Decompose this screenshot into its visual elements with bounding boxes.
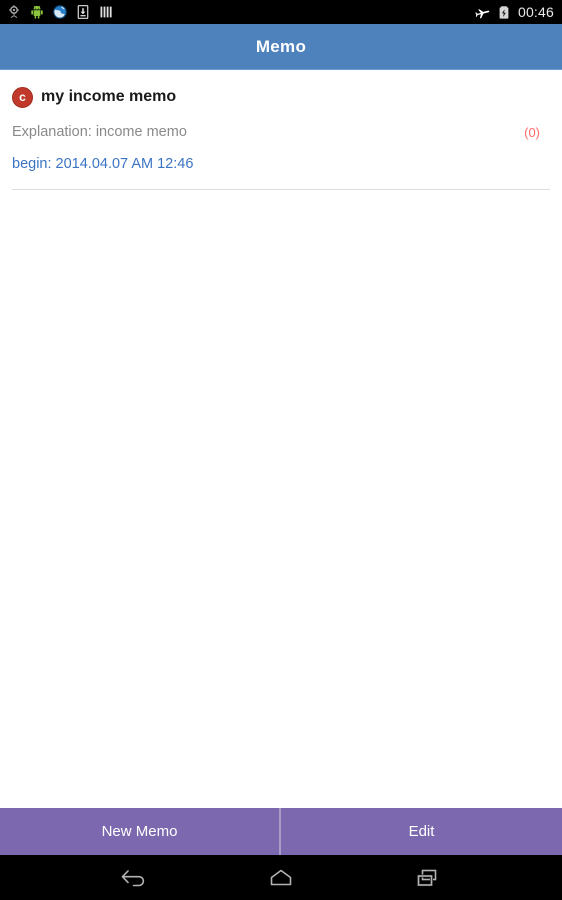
memo-count-badge: (0) (524, 124, 540, 140)
list-item[interactable]: c my income memo Explanation: income mem… (0, 70, 562, 190)
app-bar: Memo (0, 24, 562, 70)
status-bar-clock: 00:46 (517, 4, 554, 20)
back-icon[interactable] (117, 865, 151, 891)
signal-bars-icon (98, 4, 114, 20)
android-icon (29, 4, 45, 20)
status-bar: 00:46 (0, 0, 562, 24)
android-nav-bar (0, 855, 562, 900)
browser-globe-icon (52, 4, 68, 20)
bottom-button-bar: New Memo Edit (0, 808, 562, 855)
home-icon[interactable] (264, 865, 298, 891)
memo-description-row: Explanation: income memo (0) (12, 124, 550, 140)
memo-title-row: c my income memo (12, 84, 550, 110)
category-badge-icon: c (12, 86, 33, 108)
app-screen: 00:46 Memo c my income memo Explanation:… (0, 0, 562, 900)
edit-button[interactable]: Edit (281, 808, 562, 855)
download-icon (75, 4, 91, 20)
new-memo-button[interactable]: New Memo (0, 808, 281, 855)
airplane-mode-icon (474, 4, 490, 20)
recents-icon[interactable] (411, 865, 445, 891)
battery-charging-icon (496, 4, 512, 20)
memo-list: c my income memo Explanation: income mem… (0, 70, 562, 808)
memo-title: my income memo (41, 88, 177, 105)
status-bar-left-icons (6, 4, 114, 20)
page-title: Memo (255, 36, 307, 56)
memo-description: Explanation: income memo (12, 124, 187, 140)
list-divider (12, 189, 550, 190)
memo-begin-date[interactable]: begin: 2014.04.07 AM 12:46 (12, 156, 550, 172)
status-bar-right: 00:46 (474, 4, 554, 20)
location-icon (6, 4, 22, 20)
